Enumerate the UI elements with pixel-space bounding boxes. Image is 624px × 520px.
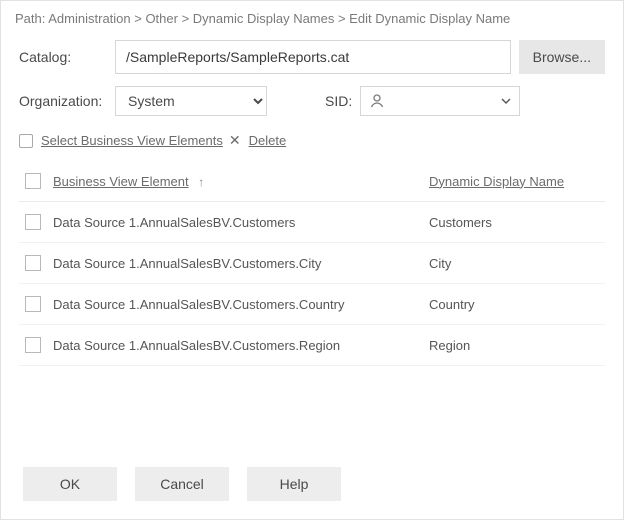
select-bve-link[interactable]: Select Business View Elements	[41, 133, 223, 148]
breadcrumb-label: Path:	[15, 11, 45, 26]
organization-label: Organization:	[19, 93, 107, 109]
breadcrumb-value: Administration > Other > Dynamic Display…	[48, 11, 510, 26]
row-checkbox[interactable]	[25, 337, 41, 353]
table-header: Business View Element ↑ Dynamic Display …	[19, 161, 605, 202]
browse-button[interactable]: Browse...	[519, 40, 605, 74]
table-row: Data Source 1.AnnualSalesBV.Customers.Re…	[19, 325, 605, 366]
cell-ddn: Region	[429, 338, 599, 353]
cell-ddn: Customers	[429, 215, 599, 230]
org-sid-row: Organization: System SID:	[1, 80, 623, 122]
chevron-down-icon	[501, 96, 511, 106]
person-icon	[369, 93, 385, 109]
cell-bve: Data Source 1.AnnualSalesBV.Customers.Re…	[53, 338, 429, 353]
sid-select[interactable]	[360, 86, 520, 116]
table-row: Data Source 1.AnnualSalesBV.Customers Cu…	[19, 202, 605, 243]
catalog-row: Catalog: Browse...	[1, 34, 623, 80]
dialog-footer: OK Cancel Help	[1, 453, 623, 519]
breadcrumb: Path: Administration > Other > Dynamic D…	[1, 1, 623, 34]
row-checkbox[interactable]	[25, 255, 41, 271]
bulk-actions: Select Business View Elements ✕ Delete	[1, 122, 623, 153]
close-icon: ✕	[229, 132, 241, 149]
cell-bve: Data Source 1.AnnualSalesBV.Customers.Ci…	[53, 256, 429, 271]
select-all-checkbox[interactable]	[25, 173, 41, 189]
table-row: Data Source 1.AnnualSalesBV.Customers.Co…	[19, 284, 605, 325]
sid-label: SID:	[325, 93, 352, 109]
cell-ddn: City	[429, 256, 599, 271]
edit-dynamic-display-name-dialog: Path: Administration > Other > Dynamic D…	[0, 0, 624, 520]
cell-bve: Data Source 1.AnnualSalesBV.Customers.Co…	[53, 297, 429, 312]
help-button[interactable]: Help	[247, 467, 341, 501]
organization-select[interactable]: System	[115, 86, 267, 116]
select-bve-checkbox-icon[interactable]	[19, 134, 33, 148]
cell-bve: Data Source 1.AnnualSalesBV.Customers	[53, 215, 429, 230]
sid-group: SID:	[325, 86, 520, 116]
bve-table: Business View Element ↑ Dynamic Display …	[1, 153, 623, 366]
col-header-bve[interactable]: Business View Element	[53, 174, 189, 189]
row-checkbox[interactable]	[25, 296, 41, 312]
sort-asc-icon: ↑	[198, 175, 204, 189]
col-header-ddn[interactable]: Dynamic Display Name	[429, 174, 564, 189]
catalog-label: Catalog:	[19, 49, 107, 65]
table-row: Data Source 1.AnnualSalesBV.Customers.Ci…	[19, 243, 605, 284]
cancel-button[interactable]: Cancel	[135, 467, 229, 501]
catalog-input[interactable]	[115, 40, 511, 74]
row-checkbox[interactable]	[25, 214, 41, 230]
delete-link[interactable]: Delete	[249, 133, 287, 148]
ok-button[interactable]: OK	[23, 467, 117, 501]
cell-ddn: Country	[429, 297, 599, 312]
